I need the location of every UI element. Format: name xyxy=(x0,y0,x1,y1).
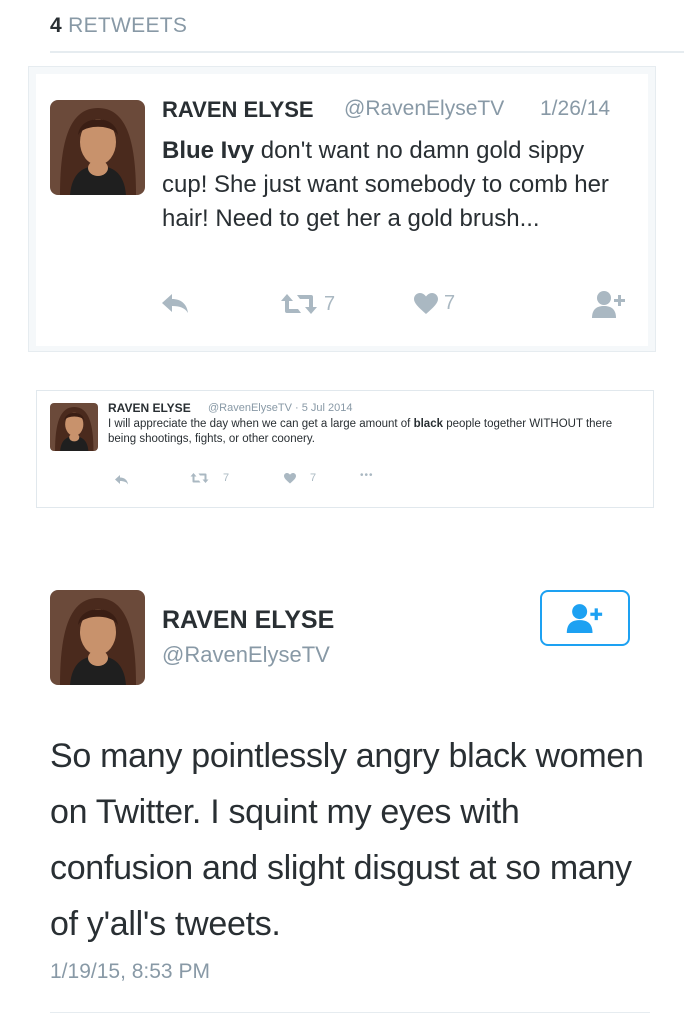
retweet-icon xyxy=(280,292,318,316)
reply-icon xyxy=(114,474,129,485)
more-button[interactable]: ••• xyxy=(360,470,374,481)
tweet-text: Blue Ivy don't want no damn gold sippy c… xyxy=(162,134,632,236)
follow-icon-button[interactable] xyxy=(592,290,626,318)
tweet-date[interactable]: 1/26/14 xyxy=(540,97,610,121)
retweet-count: 7 xyxy=(324,292,336,315)
author-handle[interactable]: @RavenElyseTV xyxy=(344,97,504,121)
like-button[interactable]: 7 xyxy=(284,472,316,484)
retweet-button[interactable]: 7 xyxy=(190,472,229,484)
author-name[interactable]: RAVEN ELYSE xyxy=(108,401,191,415)
retweet-button[interactable]: 7 xyxy=(280,292,335,316)
like-count: 7 xyxy=(310,472,317,484)
retweet-icon xyxy=(190,472,209,484)
follow-button[interactable] xyxy=(540,590,630,646)
retweets-count-number: 4 xyxy=(50,14,62,37)
tweet-text: I will appreciate the day when we can ge… xyxy=(108,417,628,447)
tweet-text-bold: black xyxy=(413,418,443,430)
heart-icon xyxy=(284,472,296,484)
author-handle[interactable]: @RavenElyseTV xyxy=(162,642,330,668)
retweets-count-text: RETWEETS xyxy=(68,14,188,37)
reply-button[interactable] xyxy=(160,292,190,314)
heart-icon xyxy=(414,292,438,315)
divider xyxy=(50,1012,650,1013)
author-handle-date[interactable]: @RavenElyseTV · 5 Jul 2014 xyxy=(208,402,352,414)
like-count: 7 xyxy=(444,292,456,314)
more-icon: ••• xyxy=(360,470,374,481)
author-name[interactable]: RAVEN ELYSE xyxy=(162,97,314,123)
tweet-text-bold: Blue Ivy xyxy=(162,137,255,164)
avatar-photo xyxy=(50,403,98,451)
retweet-count: 7 xyxy=(223,472,230,484)
add-user-icon xyxy=(566,603,604,633)
tweet-text-before: I will appreciate the day when we can ge… xyxy=(108,418,414,430)
avatar[interactable] xyxy=(50,590,145,685)
header-divider xyxy=(50,51,684,53)
author-name[interactable]: RAVEN ELYSE xyxy=(162,606,334,635)
avatar[interactable] xyxy=(50,100,145,195)
tweet-timestamp[interactable]: 1/19/15, 8:53 PM xyxy=(50,960,210,984)
avatar-photo xyxy=(50,590,145,685)
avatar-photo xyxy=(50,100,145,195)
reply-button[interactable] xyxy=(114,474,129,485)
reply-icon xyxy=(160,292,190,314)
avatar[interactable] xyxy=(50,403,98,451)
retweets-count-label[interactable]: 4 RETWEETS xyxy=(50,14,187,38)
tweet-text: So many pointlessly angry black women on… xyxy=(50,737,644,943)
add-user-icon xyxy=(592,290,626,318)
like-button[interactable]: 7 xyxy=(414,292,455,315)
